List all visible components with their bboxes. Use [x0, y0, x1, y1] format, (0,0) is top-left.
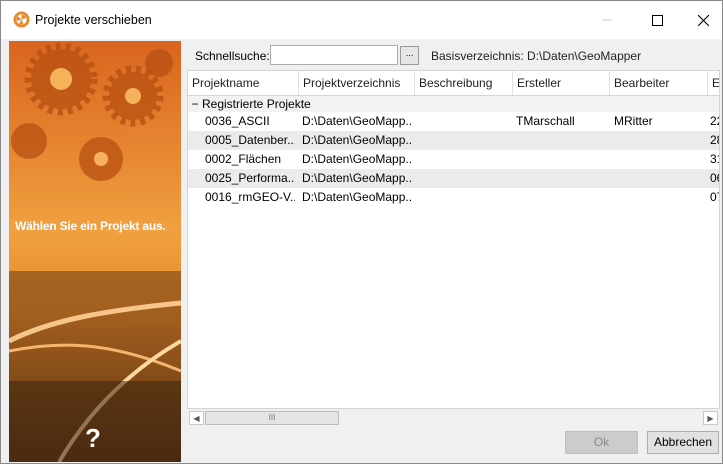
column-header-beschreibung[interactable]: Beschreibung [415, 71, 513, 95]
table-row[interactable]: 0036_ASCII D:\Daten\GeoMapp... TMarschal… [188, 112, 719, 131]
cell-ersteller: TMarschall [516, 114, 575, 128]
help-icon[interactable]: ? [85, 423, 101, 454]
cell-projektname: 0005_Datenber... [205, 133, 295, 147]
ok-button[interactable]: Ok [565, 431, 638, 454]
scroll-thumb[interactable]: III [205, 411, 339, 425]
column-header-bearbeiter[interactable]: Bearbeiter [610, 71, 708, 95]
column-header-ersteller[interactable]: Ersteller [513, 71, 610, 95]
maximize-icon [651, 14, 663, 26]
browse-button[interactable]: ... [400, 46, 419, 65]
table-row[interactable]: 0025_Performa... D:\Daten\GeoMapp... 06 [188, 169, 719, 188]
cell-er: 22 [710, 114, 719, 128]
collapse-icon[interactable]: − [190, 96, 200, 112]
cancel-button[interactable]: Abbrechen [647, 431, 719, 454]
close-icon [697, 14, 709, 26]
cell-projektname: 0025_Performa... [205, 171, 295, 185]
sidebar-banner: Wählen Sie ein Projekt aus. ? [9, 41, 181, 462]
cell-bearbeiter: MRitter [614, 114, 653, 128]
title-bar[interactable]: Projekte verschieben [1, 1, 722, 39]
table-row[interactable]: 0005_Datenber... D:\Daten\GeoMapp... 28 [188, 131, 719, 150]
sidebar-instruction: Wählen Sie ein Projekt aus. [15, 219, 166, 233]
close-button[interactable] [680, 1, 722, 39]
scroll-right-icon[interactable]: ▶ [703, 411, 718, 425]
grid-header: Projektname Projektverzeichnis Beschreib… [188, 71, 719, 96]
project-grid[interactable]: Projektname Projektverzeichnis Beschreib… [187, 70, 720, 409]
cell-projektverzeichnis: D:\Daten\GeoMapp... [302, 171, 412, 185]
table-row[interactable]: 0016_rmGEO-V... D:\Daten\GeoMapp... 07 [188, 188, 719, 207]
dialog-window: Projekte verschieben Wählen Sie ein Proj… [0, 0, 723, 464]
cell-er: 06 [710, 171, 719, 185]
search-input[interactable] [270, 45, 398, 65]
table-row[interactable]: 0002_Flächen D:\Daten\GeoMapp... 31 [188, 150, 719, 169]
column-header-projektname[interactable]: Projektname [188, 71, 299, 95]
scroll-left-icon[interactable]: ◀ [189, 411, 204, 425]
cell-projektverzeichnis: D:\Daten\GeoMapp... [302, 152, 412, 166]
column-header-projektverzeichnis[interactable]: Projektverzeichnis [299, 71, 415, 95]
cell-projektverzeichnis: D:\Daten\GeoMapp... [302, 190, 412, 204]
minimize-icon [602, 19, 612, 21]
group-row[interactable]: − Registrierte Projekte [188, 96, 719, 112]
search-label: Schnellsuche: [195, 49, 270, 63]
cell-projektname: 0002_Flächen [205, 152, 282, 166]
cell-projektverzeichnis: D:\Daten\GeoMapp... [302, 114, 412, 128]
cell-projektname: 0016_rmGEO-V... [205, 190, 295, 204]
minimize-button[interactable] [584, 1, 630, 39]
horizontal-scrollbar[interactable]: ◀ III ▶ [187, 410, 720, 427]
base-directory-label: Basisverzeichnis: D:\Daten\GeoMapper [431, 49, 642, 63]
cell-er: 31 [710, 152, 719, 166]
cell-er: 28 [710, 133, 719, 147]
window-title: Projekte verschieben [35, 13, 152, 27]
cell-er: 07 [710, 190, 719, 204]
banner-image [9, 41, 181, 462]
group-label: Registrierte Projekte [202, 97, 311, 111]
maximize-button[interactable] [634, 1, 680, 39]
app-icon [13, 11, 30, 28]
cell-projektverzeichnis: D:\Daten\GeoMapp... [302, 133, 412, 147]
column-header-er[interactable]: Er [708, 71, 719, 95]
cell-projektname: 0036_ASCII [205, 114, 270, 128]
